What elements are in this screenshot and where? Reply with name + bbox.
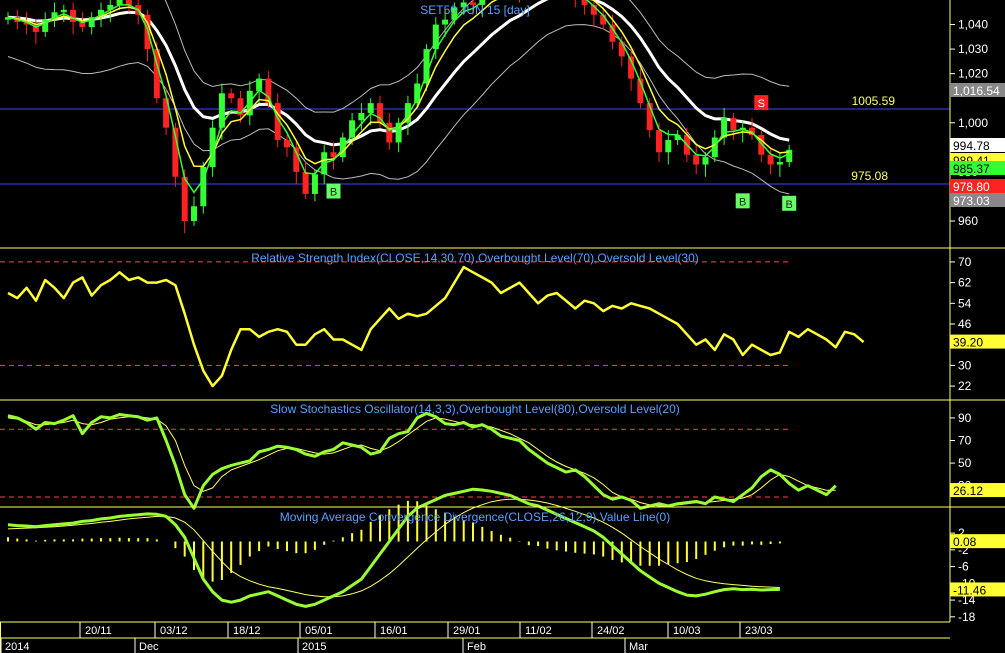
sell-signal: S — [754, 95, 769, 111]
candle-body — [228, 93, 235, 99]
y-tick-label: 70 — [958, 255, 972, 269]
y-tick-label: 54 — [958, 296, 972, 310]
stochastics-value-badge: 26.12 — [950, 483, 1005, 498]
y-tick-label: 1,030 — [958, 42, 988, 56]
badge-value: 973.03 — [953, 194, 990, 208]
candle-body — [181, 176, 188, 221]
signal-label: B — [786, 199, 793, 211]
candle-body — [665, 139, 672, 153]
y-tick-label: 1,000 — [958, 116, 988, 130]
price-badge: 994.78 — [950, 138, 1005, 153]
candle-body — [442, 19, 449, 25]
badge-value: 39.20 — [953, 336, 983, 350]
period-label: Mar — [629, 641, 648, 653]
buy-signal: B — [735, 193, 750, 209]
y-tick-label: -18 — [958, 610, 976, 624]
x-tick-label: 10/03 — [673, 625, 701, 637]
level-label: 1005.59 — [852, 94, 896, 108]
y-tick-label: 46 — [958, 317, 972, 331]
x-tick-label: 23/03 — [745, 625, 773, 637]
badge-value: 994.78 — [953, 139, 990, 153]
price-badge: 1,016.54 — [950, 83, 1005, 98]
candle-body — [70, 9, 77, 23]
candle-body — [386, 122, 393, 143]
signal-label: B — [330, 187, 337, 199]
y-tick-label: 30 — [958, 358, 972, 372]
rsi-value-badge: 39.20 — [950, 334, 1005, 350]
badge-value: 26.12 — [953, 484, 983, 498]
candle-body — [284, 139, 290, 148]
price-badge: 985.37 — [950, 161, 1005, 176]
candle-body — [60, 9, 67, 13]
x-tick-label: 29/01 — [453, 625, 481, 637]
candle-body — [265, 78, 272, 104]
candle-body — [367, 103, 374, 113]
candle-body — [311, 174, 318, 194]
period-label: 2015 — [302, 641, 326, 653]
candle-body — [609, 24, 616, 42]
candle-body — [730, 117, 737, 131]
stochastics-panel-title: Slow Stochastics Oscillator(14,3,3),Over… — [270, 402, 680, 416]
candle-body — [776, 162, 783, 165]
y-tick-label: -6 — [958, 560, 969, 574]
signal-label: S — [758, 98, 765, 110]
x-tick-label: 05/01 — [305, 625, 333, 637]
level-label: 975.08 — [851, 169, 888, 183]
macd-value-badge: -11.46 — [950, 582, 1005, 597]
badge-value: 1,016.54 — [953, 84, 1000, 98]
y-tick-label: 1,020 — [958, 67, 988, 81]
candle-body — [581, 0, 588, 5]
y-tick-label: 50 — [958, 456, 972, 470]
signal-label: B — [739, 196, 746, 208]
price-badge: 973.03 — [950, 193, 1005, 208]
period-label: Dec — [139, 641, 159, 653]
candle-body — [767, 154, 774, 165]
candle-body — [191, 206, 197, 221]
x-tick-label: 20/11 — [85, 625, 112, 637]
price-panel-title: SET50 JUN 15 [day] — [420, 3, 529, 17]
stock-chart[interactable]: B B B S SET50 JUN 15 [day] 1005.59 975.08 R… — [0, 0, 1005, 653]
buy-signal: B — [326, 183, 341, 199]
x-tick-label: 03/12 — [160, 625, 188, 637]
price-badge: 978.80 — [950, 179, 1005, 194]
candle-body — [256, 78, 263, 91]
y-tick-label: 90 — [958, 411, 972, 425]
x-tick-label: 24/02 — [597, 625, 625, 637]
y-tick-label: 1,040 — [958, 18, 988, 32]
y-tick-label: 70 — [958, 434, 972, 448]
candle-body — [302, 171, 309, 194]
badge-value: 985.37 — [953, 162, 990, 176]
candle-body — [693, 154, 700, 165]
candle-body — [358, 112, 365, 121]
y-tick-label: 22 — [958, 379, 972, 393]
y-tick-label: 62 — [958, 276, 972, 290]
candle-body — [656, 130, 662, 153]
macd-panel-title: Moving Average Convergence Divergence(CL… — [280, 510, 670, 524]
badge-value: 978.80 — [953, 180, 990, 194]
badge-value: 0.08 — [953, 535, 977, 549]
x-tick-label: 11/02 — [525, 625, 552, 637]
macd-signal-badge: 0.08 — [950, 534, 1005, 549]
badge-value: -11.46 — [953, 583, 986, 597]
candle-body — [702, 157, 709, 165]
x-tick-label: 18/12 — [233, 625, 261, 637]
rsi-panel-title: Relative Strength Index(CLOSE,14,30,70),… — [251, 251, 699, 265]
period-label: 2014 — [5, 641, 29, 653]
y-tick-label: 960 — [958, 214, 978, 228]
period-label: Feb — [467, 641, 486, 653]
buy-signal: B — [782, 195, 797, 211]
x-tick-label: 16/01 — [380, 625, 408, 637]
